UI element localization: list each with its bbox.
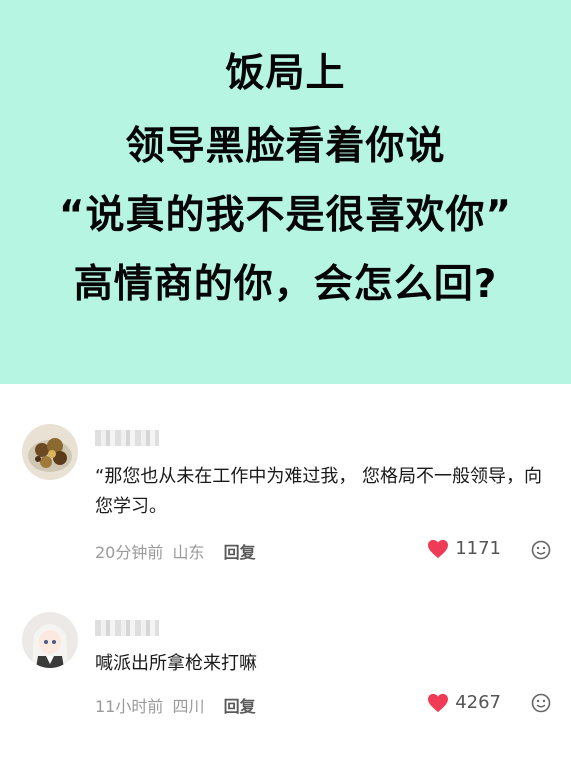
comment-meta: 11小时前 四川 回复 [95,693,256,717]
comment-meta: 20分钟前 山东 回复 [95,539,256,563]
emoji-icon[interactable] [531,693,551,713]
heart-icon [428,693,449,712]
banner-line-4: 高情商的你，会怎么回? [73,262,498,307]
comment-location: 山东 [172,543,205,562]
title-banner: 饭局上 领导黑脸看着你说 “说真的我不是很喜欢你” 高情商的你，会怎么回? [0,0,571,384]
banner-line-2: 领导黑脸看着你说 [125,124,446,169]
reply-button[interactable]: 回复 [224,543,256,562]
like-count: 1171 [455,538,501,559]
comment-text: 喊派出所拿枪来打嘛 [95,653,257,674]
comment-time: 20分钟前 [95,543,164,562]
banner-line-3: “说真的我不是很喜欢你” [58,193,513,238]
banner-line-1: 饭局上 [225,51,346,96]
comment-time: 11小时前 [95,697,164,716]
like-button[interactable]: 4267 [427,692,501,713]
username-blurred[interactable] [95,620,159,636]
like-count: 4267 [455,692,501,713]
avatar[interactable] [22,612,78,668]
reply-button[interactable]: 回复 [224,697,256,716]
username-blurred[interactable] [95,430,159,446]
emoji-icon[interactable] [531,540,551,560]
comment-location: 四川 [172,697,205,716]
like-button[interactable]: 1171 [427,538,501,559]
avatar[interactable] [22,424,78,480]
comment-text: “那您也从未在工作中为难过我， 您格局不一般领导，向您学习。 [95,466,543,517]
heart-icon [428,539,449,558]
